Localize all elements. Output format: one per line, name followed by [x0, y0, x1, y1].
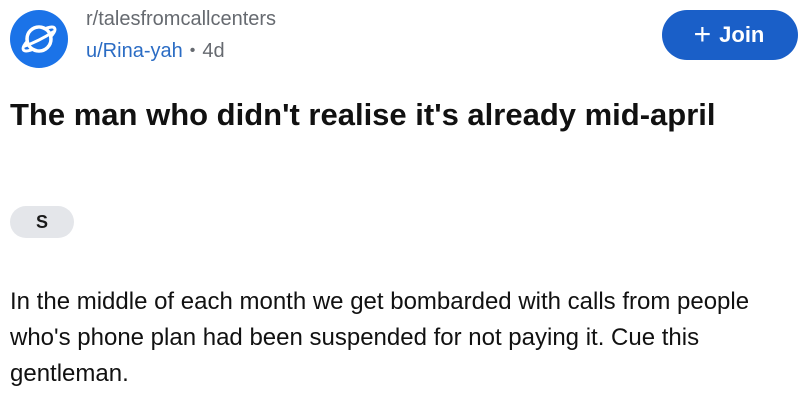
post-title[interactable]: The man who didn't realise it's already … [10, 92, 780, 138]
post-flair[interactable]: S [10, 206, 74, 238]
author-line: u/Rina-yah • 4d [86, 38, 276, 64]
username-link[interactable]: u/Rina-yah [86, 38, 183, 64]
join-button-label: Join [719, 22, 765, 47]
post-header: r/talesfromcallcenters u/Rina-yah • 4d +… [0, 0, 800, 80]
post-meta: r/talesfromcallcenters u/Rina-yah • 4d [86, 6, 276, 64]
post-body: In the middle of each month we get bomba… [10, 288, 750, 387]
separator-dot: • [189, 42, 196, 59]
join-button[interactable]: + Join [662, 10, 798, 60]
post-card: r/talesfromcallcenters u/Rina-yah • 4d +… [0, 0, 800, 420]
post-age: 4d [202, 40, 225, 62]
planet-icon [21, 25, 57, 53]
plus-icon: + [693, 18, 712, 51]
subreddit-link[interactable]: r/talesfromcallcenters [86, 6, 276, 32]
subreddit-avatar[interactable] [10, 10, 68, 68]
